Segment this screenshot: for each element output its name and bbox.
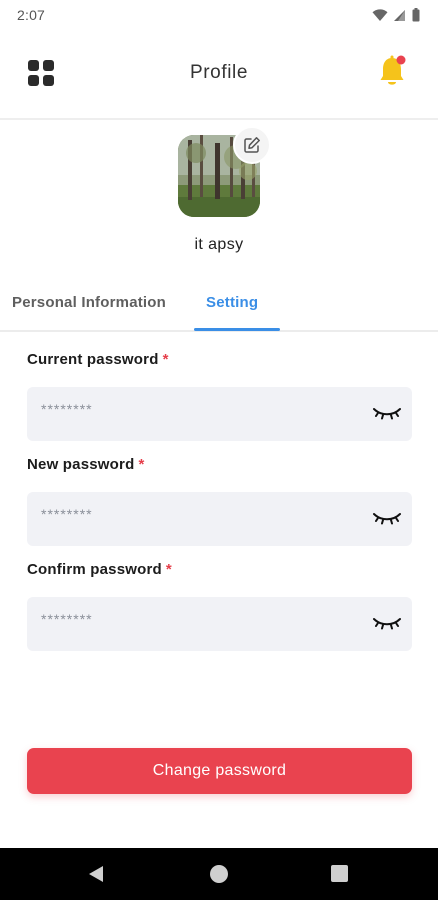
new-password-value: ******** [41, 506, 93, 522]
confirm-password-label-text: Confirm password [27, 561, 162, 578]
eye-closed-icon [373, 408, 401, 420]
eye-closed-icon [373, 618, 401, 630]
current-password-field[interactable]: ******** [27, 387, 412, 441]
avatar-container [178, 126, 271, 217]
back-icon[interactable] [88, 865, 104, 883]
bell-icon [380, 55, 406, 85]
edit-avatar-button[interactable] [233, 126, 271, 164]
current-password-label-text: Current password [27, 351, 159, 368]
new-password-field[interactable]: ******** [27, 492, 412, 546]
cell-signal-icon [394, 9, 405, 21]
edit-icon [244, 137, 260, 153]
tab-setting[interactable]: Setting [206, 294, 258, 311]
username: it apsy [194, 236, 244, 253]
status-time: 2:07 [17, 7, 46, 23]
required-mark: * [162, 351, 169, 368]
toggle-current-password-visibility[interactable] [372, 403, 402, 423]
required-mark: * [165, 561, 172, 578]
tab-personal-information[interactable]: Personal Information [12, 294, 166, 311]
confirm-password-label: Confirm password * [27, 561, 172, 578]
active-tab-indicator [194, 328, 280, 331]
grid-icon [43, 75, 54, 86]
current-password-value: ******** [41, 401, 93, 417]
status-bar: 2:07 [0, 0, 438, 30]
header-divider [0, 118, 438, 120]
toggle-new-password-visibility[interactable] [372, 508, 402, 528]
home-icon[interactable] [210, 865, 228, 883]
page-title: Profile [189, 62, 249, 83]
new-password-label-text: New password [27, 456, 135, 473]
eye-closed-icon [373, 513, 401, 525]
notifications-button[interactable] [378, 54, 410, 90]
recents-icon[interactable] [331, 865, 348, 882]
wifi-icon [372, 8, 388, 21]
grid-icon [43, 60, 54, 71]
grid-icon [28, 75, 39, 86]
grid-icon [28, 60, 39, 71]
app-header: Profile [0, 38, 438, 108]
battery-icon [412, 8, 420, 22]
toggle-confirm-password-visibility[interactable] [372, 613, 402, 633]
confirm-password-field[interactable]: ******** [27, 597, 412, 651]
change-password-button[interactable]: Change password [27, 748, 412, 794]
system-nav-bar [0, 848, 438, 900]
new-password-label: New password * [27, 456, 144, 473]
menu-grid-button[interactable] [28, 60, 54, 86]
notification-badge [396, 55, 406, 65]
status-icons [372, 8, 420, 22]
current-password-label: Current password * [27, 351, 169, 368]
confirm-password-value: ******** [41, 611, 93, 627]
profile-tabs: Personal Information Setting [0, 284, 438, 332]
required-mark: * [138, 456, 145, 473]
